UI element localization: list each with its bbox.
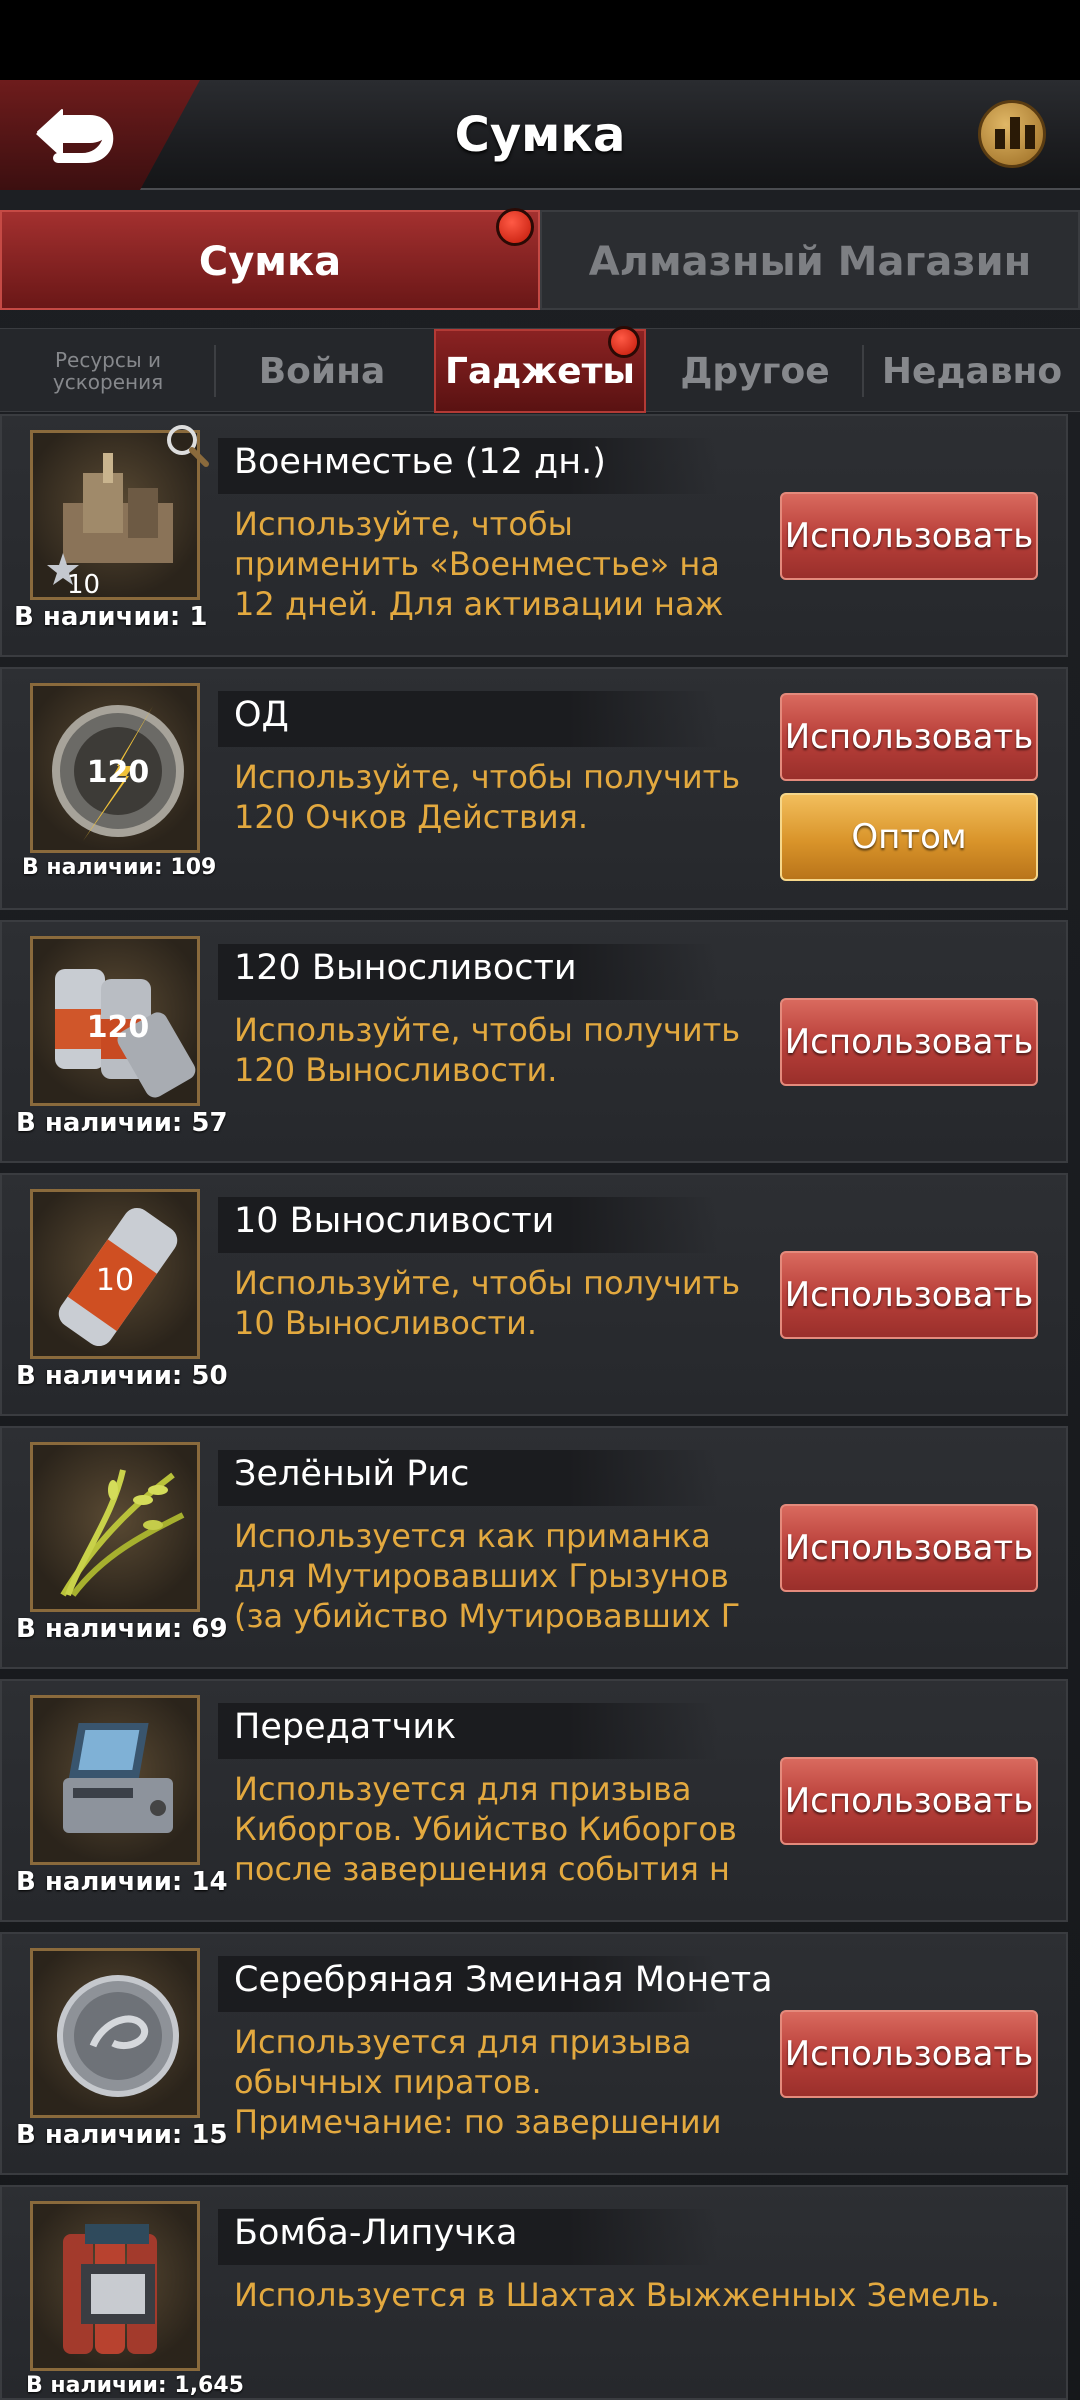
item-quantity: В наличии: 50 bbox=[16, 1361, 228, 1391]
silver-snake-coin-icon bbox=[30, 1948, 200, 2118]
item-card: В наличии: 69 Зелёный Рис Используется к… bbox=[0, 1426, 1068, 1669]
use-button[interactable]: Использовать bbox=[780, 1504, 1038, 1592]
item-name: Военместье (12 дн.) bbox=[234, 442, 606, 482]
use-button[interactable]: Использовать bbox=[780, 1757, 1038, 1845]
item-card: В наличии: 15 Серебряная Змеиная Монета … bbox=[0, 1932, 1068, 2175]
tab-bag[interactable]: Сумка bbox=[0, 210, 540, 310]
item-description: Используется для призыва обычных пиратов.… bbox=[234, 2023, 722, 2141]
item-name: 120 Выносливости bbox=[234, 948, 577, 988]
item-name: ОД bbox=[234, 695, 289, 735]
page-title: Сумка bbox=[454, 107, 626, 163]
use-button[interactable]: Использовать bbox=[780, 2010, 1038, 2098]
magnifier-icon[interactable] bbox=[162, 420, 212, 470]
tab-divider bbox=[214, 345, 216, 397]
action-points-icon: 120 bbox=[30, 683, 200, 853]
item-quantity: В наличии: 14 bbox=[16, 1867, 228, 1897]
item-description: Используйте, чтобы получить 10 Выносливос… bbox=[234, 1264, 741, 1342]
item-card: 10 В наличии: 1 Военместье (12 дн.) Испо… bbox=[0, 414, 1068, 657]
item-description: Используется как приманка для Мутировавши… bbox=[234, 1517, 741, 1635]
tab-diamond-shop[interactable]: Алмазный Магазин bbox=[540, 210, 1080, 310]
item-name: Передатчик bbox=[234, 1707, 457, 1747]
svg-text:10: 10 bbox=[67, 570, 100, 600]
sub-tabs: Ресурсы и ускорения Война Гаджеты Другое… bbox=[0, 328, 1080, 413]
use-button[interactable]: Использовать bbox=[780, 693, 1038, 781]
item-name: Серебряная Змеиная Монета bbox=[234, 1960, 773, 2000]
subtab-recent[interactable]: Недавно bbox=[872, 329, 1072, 413]
item-quantity: В наличии: 1,645 bbox=[26, 2373, 244, 2398]
use-button[interactable]: Использовать bbox=[780, 998, 1038, 1086]
notification-dot bbox=[496, 208, 534, 246]
item-description: Используйте, чтобы получить 120 Выносливо… bbox=[234, 1011, 741, 1089]
stats-button[interactable] bbox=[978, 100, 1046, 168]
svg-text:10: 10 bbox=[96, 1263, 134, 1298]
item-description: Используйте, чтобы применить «Военместье»… bbox=[234, 505, 724, 623]
item-card: 120 В наличии: 57 120 Выносливости Испол… bbox=[0, 920, 1068, 1163]
item-name: 10 Выносливости bbox=[234, 1201, 555, 1241]
item-quantity: В наличии: 15 bbox=[16, 2120, 228, 2150]
header-bar: Сумка bbox=[0, 80, 1080, 190]
item-quantity: В наличии: 1 bbox=[14, 602, 208, 632]
notification-dot bbox=[608, 326, 640, 358]
subtab-resources[interactable]: Ресурсы и ускорения bbox=[20, 329, 196, 413]
svg-text:120: 120 bbox=[87, 1010, 150, 1045]
subtab-other[interactable]: Другое bbox=[662, 329, 848, 413]
bulk-button[interactable]: Оптом bbox=[780, 793, 1038, 881]
use-button[interactable]: Использовать bbox=[780, 492, 1038, 580]
stamina-cans-icon: 120 bbox=[30, 936, 200, 1106]
sticky-bomb-icon bbox=[30, 2201, 200, 2371]
name-bar bbox=[218, 691, 718, 747]
item-quantity: В наличии: 57 bbox=[16, 1108, 228, 1138]
tab-divider bbox=[862, 345, 864, 397]
item-card: 120 В наличии: 109 ОД Используйте, чтобы… bbox=[0, 667, 1068, 910]
use-button[interactable]: Использовать bbox=[780, 1251, 1038, 1339]
item-description: Используется в Шахтах Выжженных Земель. bbox=[234, 2276, 1001, 2314]
svg-text:120: 120 bbox=[87, 755, 150, 790]
item-quantity: В наличии: 69 bbox=[16, 1614, 228, 1644]
stamina-can-icon: 10 bbox=[30, 1189, 200, 1359]
item-name: Бомба-Липучка bbox=[234, 2213, 518, 2253]
green-rice-icon bbox=[30, 1442, 200, 1612]
item-quantity: В наличии: 109 bbox=[22, 855, 217, 880]
subtab-war[interactable]: Война bbox=[230, 329, 414, 413]
item-card: В наличии: 14 Передатчик Используется дл… bbox=[0, 1679, 1068, 1922]
item-name: Зелёный Рис bbox=[234, 1454, 470, 1494]
item-card: 10 В наличии: 50 10 Выносливости Использ… bbox=[0, 1173, 1068, 1416]
item-card: В наличии: 1,645 Бомба-Липучка Используе… bbox=[0, 2185, 1068, 2400]
main-tabs: Сумка Алмазный Магазин bbox=[0, 210, 1080, 310]
status-bar bbox=[0, 0, 1080, 80]
item-description: Используется для призыва Киборгов. Убийст… bbox=[234, 1770, 737, 1888]
transmitter-icon bbox=[30, 1695, 200, 1865]
item-description: Используйте, чтобы получить 120 Очков Дей… bbox=[234, 758, 741, 836]
